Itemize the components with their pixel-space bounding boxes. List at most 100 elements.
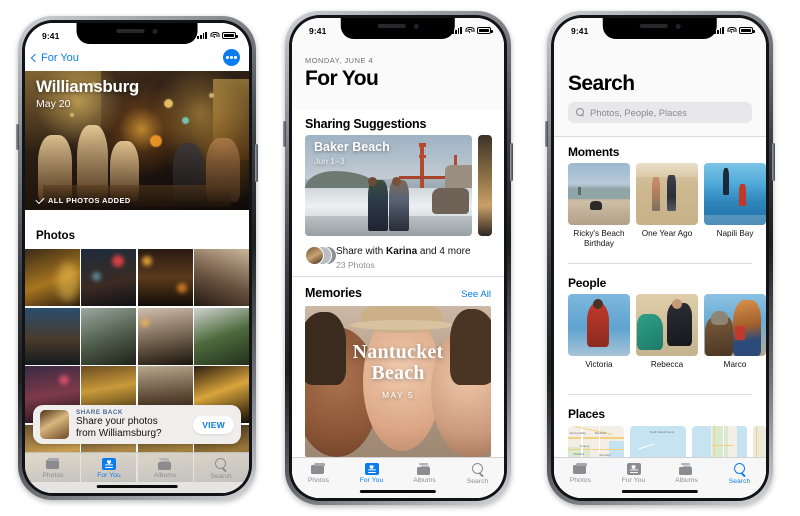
person-item[interactable]: Victoria <box>568 294 630 370</box>
moment-item[interactable]: Ricky's Beach Birthday <box>568 163 630 249</box>
photo-grid-item[interactable] <box>81 249 137 306</box>
share-with-name: Karina <box>386 246 418 257</box>
tab-albums[interactable]: Albums <box>660 463 713 484</box>
search-icon <box>733 463 747 476</box>
for-you-icon <box>626 463 641 475</box>
battery-icon <box>739 27 755 34</box>
photo-grid-item[interactable] <box>194 249 249 306</box>
photo-grid-item[interactable] <box>81 307 137 365</box>
tab-photos[interactable]: Photos <box>25 458 81 479</box>
phone-3-volume-buttons[interactable] <box>545 121 548 147</box>
status-time: 9:41 <box>309 25 327 36</box>
status-time: 9:41 <box>571 25 589 36</box>
share-with-row[interactable]: Share with Karina and 4 more 23 Photos <box>305 241 491 270</box>
photos-section-header: Photos <box>25 210 249 249</box>
back-button[interactable]: For You <box>30 52 79 64</box>
tab-search[interactable]: Search <box>713 463 766 485</box>
home-indicator[interactable] <box>359 489 437 493</box>
photo-grid-item[interactable] <box>25 249 80 306</box>
memory-card-title-line-1: Nantucket <box>352 341 444 363</box>
memory-title: Williamsburg <box>36 77 139 96</box>
share-back-card[interactable]: SHARE BACK Share your photos from Willia… <box>33 405 241 444</box>
tab-albums[interactable]: Albums <box>137 458 193 479</box>
for-you-icon <box>364 463 379 475</box>
nav-bar: For You <box>25 44 249 71</box>
photo-grid-item[interactable] <box>137 307 193 365</box>
person-item[interactable]: Marco <box>704 294 766 370</box>
albums-icon <box>417 463 432 475</box>
search-icon <box>471 463 485 476</box>
phone-2-power-button[interactable] <box>510 143 513 181</box>
for-you-icon <box>102 458 116 470</box>
status-icons <box>452 27 493 34</box>
view-button[interactable]: VIEW <box>193 415 234 434</box>
memory-hero-image[interactable]: Williamsburg May 20 ALL PHOTOS ADDED <box>25 71 249 210</box>
page-title: For You <box>305 67 379 90</box>
photo-grid-item[interactable] <box>25 307 80 365</box>
tab-albums[interactable]: Albums <box>398 463 451 484</box>
chevron-left-icon <box>30 53 40 62</box>
share-back-text: SHARE BACK Share your photos from Willia… <box>76 409 186 440</box>
tab-for-you[interactable]: For You <box>81 458 137 479</box>
share-back-line-2: from Williamsburg? <box>76 428 162 439</box>
phone-3-screen: Search Photos, People, Places Moments Ri… <box>554 18 766 498</box>
tab-search[interactable]: Search <box>193 458 249 480</box>
phone-1-power-button[interactable] <box>255 144 258 182</box>
memories-header: Memories <box>305 286 362 300</box>
battery-icon <box>222 32 238 39</box>
avatar-stack <box>305 246 337 265</box>
memory-card[interactable]: Nantucket Beach MAY 5 <box>305 306 491 457</box>
tab-albums-label: Albums <box>153 472 177 479</box>
share-with-suffix: and 4 more <box>417 246 471 257</box>
cellular-bars-icon <box>197 32 207 39</box>
sharing-suggestions-header: Sharing Suggestions <box>305 117 427 131</box>
tab-for-you-label: For You <box>621 477 646 484</box>
memory-card-date: MAY 5 <box>382 390 414 400</box>
moment-thumbnail <box>636 163 698 225</box>
moment-item[interactable]: Napili Bay <box>704 163 766 249</box>
tab-search-label: Search <box>210 473 232 480</box>
all-photos-added-status: ALL PHOTOS ADDED <box>35 194 131 205</box>
tab-photos[interactable]: Photos <box>292 463 345 484</box>
status-time: 9:41 <box>42 30 60 41</box>
tab-photos-label: Photos <box>42 472 64 479</box>
search-icon <box>576 108 585 117</box>
share-photo-count: 23 Photos <box>336 260 375 270</box>
for-you-header: MONDAY, JUNE 4 For You <box>292 39 504 98</box>
tab-for-you[interactable]: For You <box>607 463 660 484</box>
phone-1-volume-buttons[interactable] <box>16 124 19 150</box>
photo-grid-item[interactable] <box>194 307 249 365</box>
people-divider <box>568 394 752 395</box>
home-indicator[interactable] <box>621 489 699 493</box>
see-all-link[interactable]: See All <box>461 289 491 300</box>
phone-2-volume-buttons[interactable] <box>283 121 286 147</box>
phone-3-power-button[interactable] <box>772 143 775 181</box>
sharing-suggestion-card[interactable]: Baker Beach Jun 1–3 <box>305 135 472 236</box>
search-input[interactable]: Photos, People, Places <box>568 102 752 123</box>
phone-3: Search Photos, People, Places Moments Ri… <box>545 11 775 505</box>
status-icons <box>714 27 755 34</box>
tab-search-label: Search <box>466 478 489 485</box>
tab-for-you[interactable]: For You <box>345 463 398 484</box>
memories-header-row: Memories See All <box>305 286 491 300</box>
all-photos-added-label: ALL PHOTOS ADDED <box>48 196 131 205</box>
tab-search[interactable]: Search <box>451 463 504 485</box>
moment-thumbnail <box>704 163 766 225</box>
sharing-suggestion-card-next[interactable] <box>478 135 492 236</box>
memories-divider <box>292 276 504 277</box>
albums-icon <box>157 458 173 470</box>
more-options-button[interactable] <box>223 49 240 66</box>
status-bar: 9:41 <box>25 23 249 44</box>
moment-thumbnail <box>568 163 630 225</box>
home-indicator[interactable] <box>96 484 178 488</box>
moment-item[interactable]: One Year Ago <box>636 163 698 249</box>
person-thumbnail <box>568 294 630 356</box>
suggestion-date: Jun 1–3 <box>314 156 345 166</box>
person-item[interactable]: Rebecca <box>636 294 698 370</box>
phone-1: Williamsburg May 20 ALL PHOTOS ADDED Pho… <box>16 16 258 500</box>
screenshot-stage: Williamsburg May 20 ALL PHOTOS ADDED Pho… <box>0 0 800 516</box>
phone-2: MONDAY, JUNE 4 For You Sharing Suggestio… <box>283 11 513 505</box>
photo-grid-item[interactable] <box>137 249 193 306</box>
tab-photos[interactable]: Photos <box>554 463 607 484</box>
photos-section-label: Photos <box>36 230 75 242</box>
